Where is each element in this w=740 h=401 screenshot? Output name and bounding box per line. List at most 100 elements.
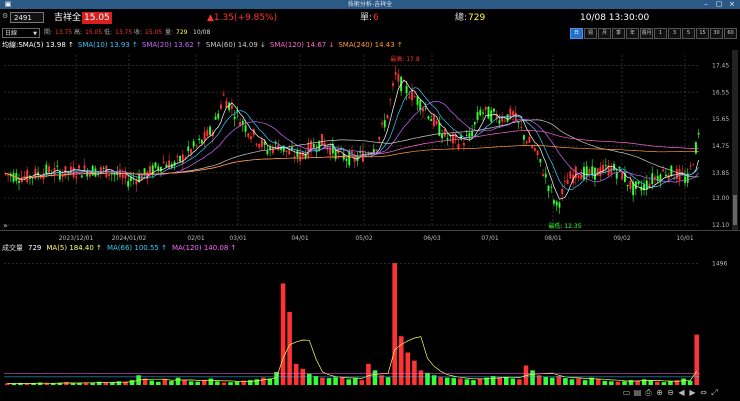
- candle-body: [39, 177, 42, 179]
- candle-body: [536, 150, 539, 156]
- candle-body: [550, 186, 553, 188]
- volume-bar: [687, 380, 693, 385]
- monitor-icon[interactable]: ▤: [633, 388, 642, 397]
- candle-body: [80, 175, 83, 178]
- candle-body: [662, 169, 665, 172]
- candle-body: [634, 181, 637, 190]
- volume-bar: [490, 376, 496, 385]
- candle-body: [506, 114, 509, 122]
- candle-body: [187, 146, 190, 152]
- candle-body: [258, 144, 261, 148]
- candle-body: [405, 85, 408, 94]
- price-volume-chart[interactable]: 17.45 16.55 15.65 14.75 13.85 13.00 12.10 2023/…: [0, 0, 740, 401]
- candle-body: [522, 135, 525, 140]
- candle-body: [345, 158, 348, 161]
- candle-body: [432, 115, 435, 127]
- zoom-in-icon[interactable]: ⊕: [655, 388, 664, 397]
- candle-body: [83, 165, 86, 170]
- x-tick-label: 04/01: [291, 235, 308, 242]
- candle-body: [121, 174, 124, 178]
- volume-bar: [694, 334, 700, 385]
- candle-body: [479, 109, 482, 116]
- candle-body: [577, 175, 580, 178]
- candle-body: [372, 149, 375, 153]
- volume-bar: [595, 379, 601, 385]
- candle-body: [307, 142, 310, 158]
- candle-body: [99, 167, 102, 172]
- candle-body: [675, 168, 678, 179]
- low-annotation: 最低: 12.35: [548, 222, 581, 230]
- vol-legend-item-4: MA(120) 140.08 ↑: [171, 244, 237, 252]
- candle-body: [91, 165, 94, 176]
- scrollbar-thumb[interactable]: [733, 195, 737, 225]
- candle-body: [45, 164, 48, 174]
- candle-body: [301, 152, 304, 157]
- volume-tick-label: 1496: [712, 260, 727, 267]
- candle-body: [102, 167, 105, 169]
- candle-body: [203, 132, 206, 141]
- scroll-left-icon[interactable]: ◀: [677, 388, 686, 397]
- volume-bar: [615, 381, 621, 385]
- volume-bar: [392, 263, 397, 385]
- candle-body: [233, 116, 236, 120]
- volume-bar: [208, 378, 214, 385]
- candle-body: [593, 167, 596, 180]
- candle-body: [351, 151, 353, 154]
- volume-bar: [510, 378, 516, 385]
- print-icon[interactable]: ⎙: [644, 388, 653, 397]
- candle-body: [247, 133, 250, 137]
- draw-tool-icon[interactable]: ▭: [622, 388, 631, 397]
- scroll-right-icon[interactable]: ▶: [688, 388, 697, 397]
- volume-bar: [110, 382, 115, 385]
- candle-body: [7, 174, 10, 176]
- x-tick-label: 02/01: [187, 235, 204, 242]
- candle-body: [113, 173, 116, 176]
- candle-body: [375, 149, 378, 151]
- candle-body: [89, 172, 91, 177]
- candle-body: [26, 170, 29, 183]
- candle-body: [618, 166, 621, 169]
- vol-legend-item-3: MA(66) 100.55 ↑: [106, 244, 167, 252]
- volume-bar: [655, 381, 660, 385]
- expand-icon[interactable]: ⤢: [710, 388, 719, 397]
- bottom-toolbar: ▭ ▤ ⎙ ⊕ ⊖ ◀ ▶ ⇔ ⤢: [620, 388, 719, 398]
- x-tick-label: 07/01: [481, 235, 498, 242]
- candle-body: [195, 144, 198, 146]
- high-annotation: 最高: 17.8: [390, 55, 419, 63]
- volume-bar: [241, 380, 246, 385]
- candle-body: [159, 166, 162, 172]
- volume-bar: [149, 380, 155, 385]
- volume-bar: [352, 378, 358, 385]
- volume-bar: [261, 377, 266, 385]
- volume-bar: [96, 381, 102, 385]
- candle-body: [427, 116, 430, 119]
- volume-bar: [425, 372, 430, 385]
- volume-bar: [201, 380, 207, 385]
- volume-bar: [228, 382, 233, 385]
- candle-body: [533, 148, 536, 151]
- zoom-out-icon[interactable]: ⊖: [666, 388, 675, 397]
- volume-bar: [129, 380, 135, 385]
- candle-body: [443, 129, 446, 137]
- candle-body: [18, 180, 20, 183]
- pane-divider[interactable]: [0, 230, 740, 231]
- volume-bar: [412, 360, 417, 385]
- volume-bar: [385, 377, 391, 385]
- candle-body: [181, 154, 184, 164]
- volume-bar: [175, 377, 181, 385]
- vertical-scrollbar[interactable]: [732, 50, 738, 230]
- double-chevron-icon[interactable]: »: [3, 222, 8, 230]
- candle-body: [391, 83, 394, 86]
- candle-body: [230, 105, 233, 109]
- volume-legend: 成交量 729 MA(5) 184.40 ↑ MA(66) 100.55 ↑ MA(12…: [2, 243, 241, 253]
- candle-body: [381, 122, 383, 125]
- candle-body: [217, 113, 220, 119]
- price-tick-label: 12.10: [712, 222, 729, 229]
- volume-bar: [24, 383, 30, 385]
- candle-body: [563, 181, 566, 182]
- candle-body: [626, 184, 629, 187]
- fit-icon[interactable]: ⇔: [699, 388, 708, 397]
- candle-body: [386, 114, 389, 119]
- price-tick-label: 16.55: [712, 89, 729, 96]
- candle-body: [416, 96, 419, 105]
